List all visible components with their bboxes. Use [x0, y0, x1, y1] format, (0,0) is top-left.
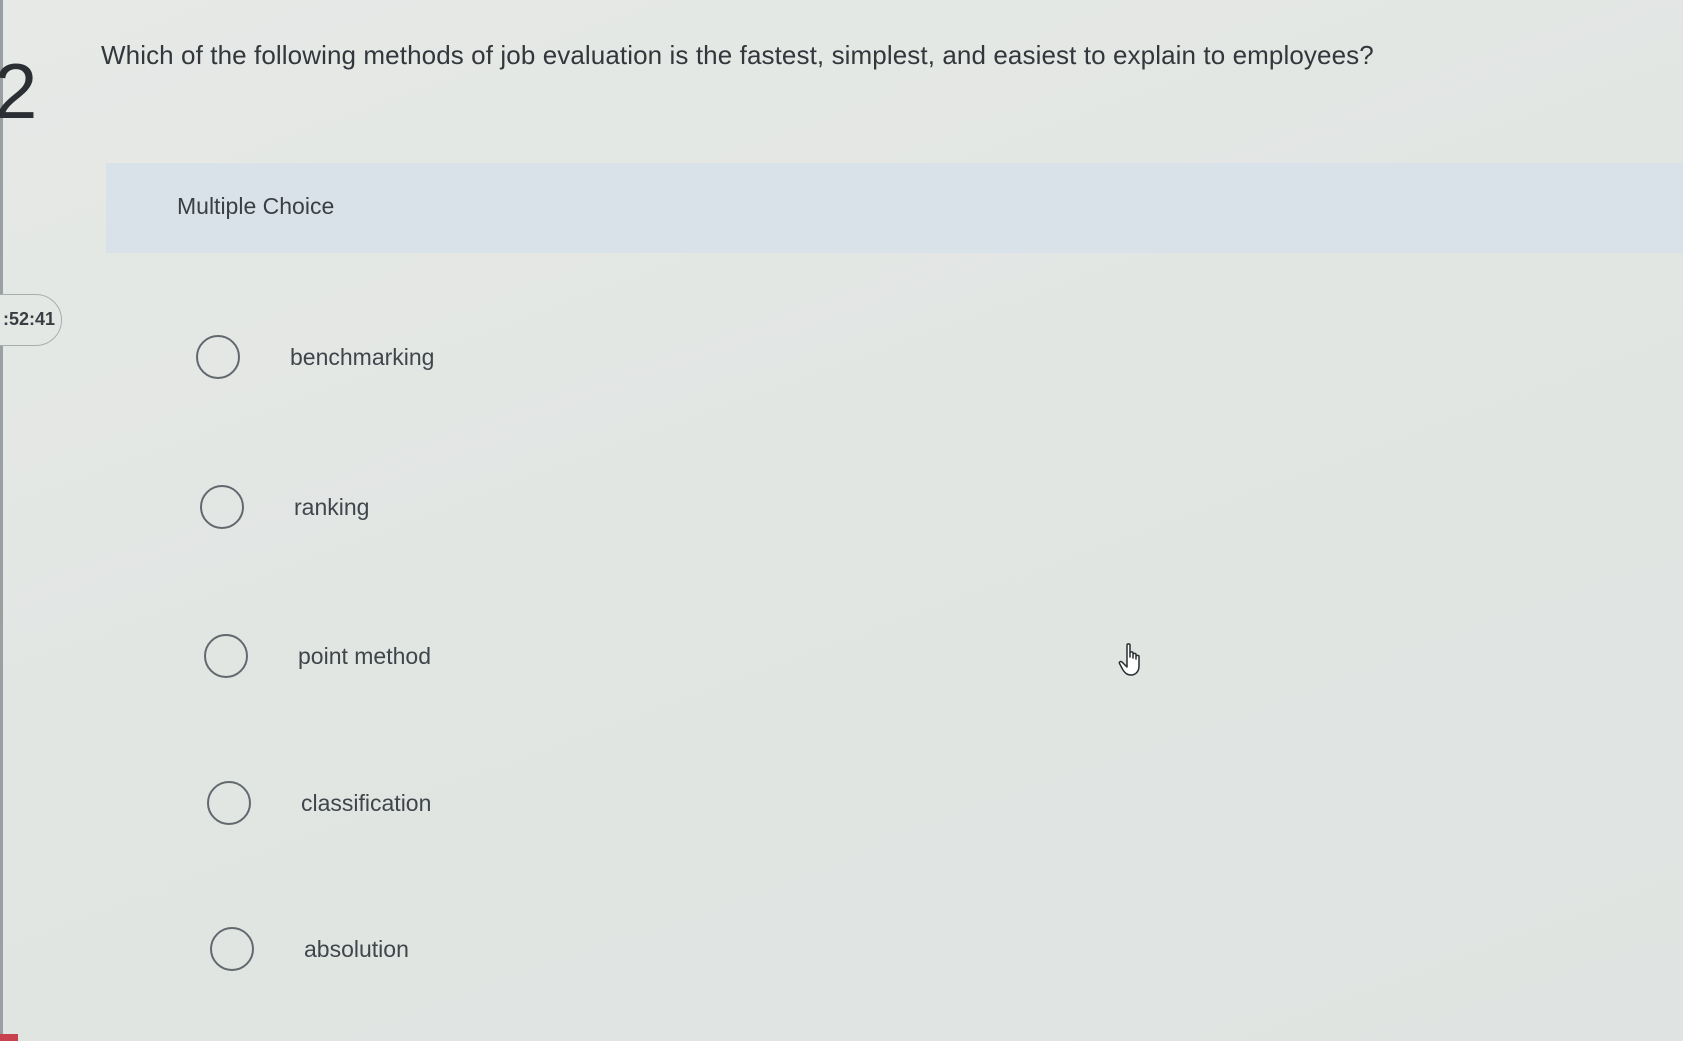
option-point-method[interactable]: point method [204, 630, 431, 682]
option-label: ranking [294, 493, 370, 520]
timer-badge[interactable]: :52:41 [0, 294, 62, 346]
radio-button-icon[interactable] [210, 927, 254, 971]
timer-text: :52:41 [3, 309, 56, 329]
radio-button-icon[interactable] [204, 634, 248, 678]
multiple-choice-label: Multiple Choice [177, 193, 335, 219]
multiple-choice-banner: Multiple Choice [106, 163, 1683, 253]
radio-button-icon[interactable] [196, 335, 240, 379]
option-classification[interactable]: classification [207, 777, 431, 829]
bottom-accent-mark [0, 1034, 18, 1041]
option-ranking[interactable]: ranking [200, 481, 369, 533]
option-label: point method [298, 642, 431, 669]
radio-button-icon[interactable] [200, 485, 244, 529]
left-edge-border [0, 0, 3, 1041]
option-absolution[interactable]: absolution [210, 923, 409, 975]
option-label: classification [301, 789, 432, 816]
option-label: absolution [304, 935, 409, 962]
question-text: Which of the following methods of job ev… [101, 40, 1374, 70]
radio-button-icon[interactable] [207, 781, 251, 825]
question-number: 2 [0, 47, 38, 135]
option-benchmarking[interactable]: benchmarking [196, 331, 434, 383]
hand-pointer-icon [1118, 643, 1140, 676]
option-label: benchmarking [290, 343, 435, 370]
